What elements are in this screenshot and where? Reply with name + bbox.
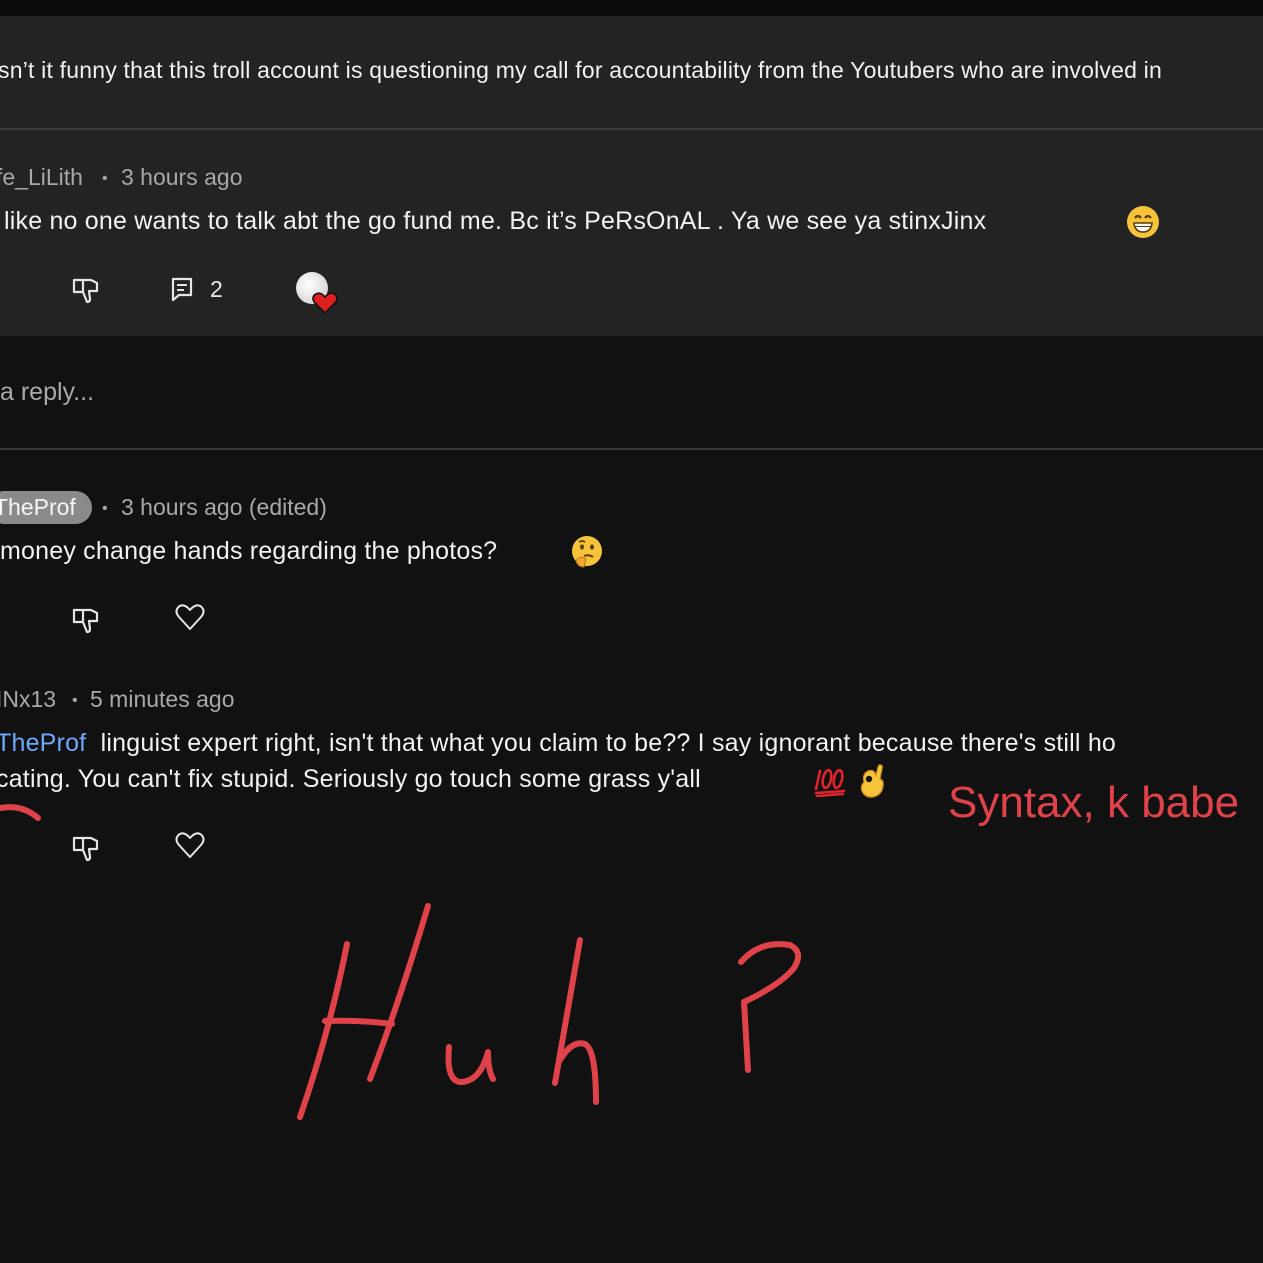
handwritten-annotation [0, 804, 802, 1120]
